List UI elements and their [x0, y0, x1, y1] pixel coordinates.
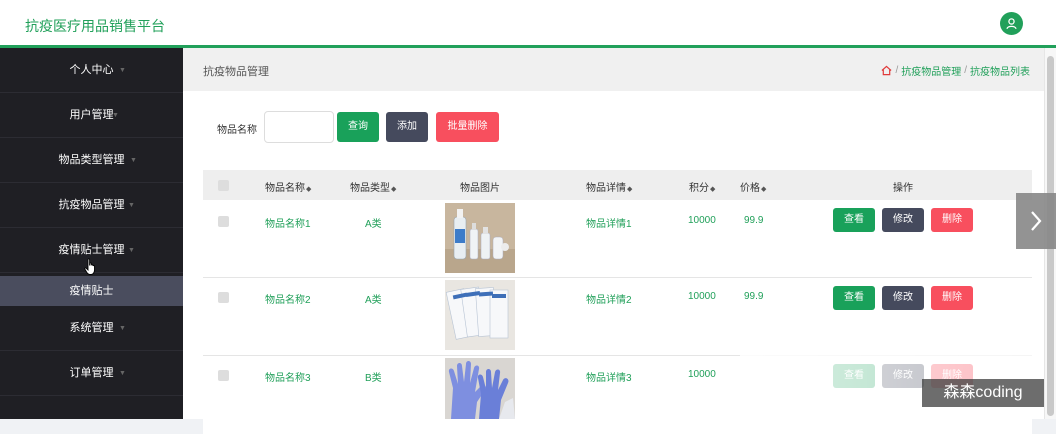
sidebar-item-label: 抗疫物品管理 — [58, 199, 125, 211]
caret-down-icon: ▼ — [119, 325, 126, 332]
sidebar: 个人中心 ▼ 用户管理 ▼ 物品类型管理 ▼ 抗疫物品管理 ▼ 疫情贴士管理 ▼… — [0, 48, 183, 419]
add-button[interactable]: 添加 — [386, 112, 428, 142]
item-image-packages — [445, 280, 515, 350]
breadcrumb-bar: 抗疫物品管理 / 抗疫物品管理 / 抗疫物品列表 — [183, 48, 1044, 91]
item-price: 99.9 — [744, 291, 764, 302]
item-detail: 物品详情2 — [586, 295, 632, 306]
delete-button[interactable]: 删除 — [931, 286, 973, 310]
item-type: B类 — [365, 373, 382, 384]
item-detail: 物品详情1 — [586, 219, 632, 230]
caret-down-icon: ▼ — [119, 370, 126, 377]
column-header-actions: 操作 — [893, 183, 913, 194]
caret-down-icon: ▼ — [128, 202, 135, 209]
next-page-arrow[interactable] — [1016, 193, 1056, 249]
sidebar-item-label: 疫情贴士管理 — [58, 244, 125, 256]
table-row: 物品名称1 A类 物品详情1 10000 99.9 查看 修改 删除 — [203, 200, 1032, 278]
caret-down-icon: ▼ — [112, 112, 119, 119]
home-icon[interactable] — [881, 65, 892, 76]
sidebar-item-item-type-management[interactable]: 物品类型管理 ▼ — [0, 138, 183, 183]
page-title: 抗疫物品管理 — [203, 66, 269, 78]
sort-icon: ◆ — [710, 186, 716, 193]
item-name: 物品名称2 — [265, 295, 311, 306]
hand-cursor-icon — [84, 258, 95, 275]
breadcrumb-separator: / — [964, 65, 967, 76]
item-type: A类 — [365, 219, 382, 230]
item-image-gloves — [445, 358, 515, 419]
watermark: 森森coding — [922, 379, 1044, 407]
user-avatar[interactable] — [1000, 12, 1023, 35]
column-header-detail[interactable]: 物品详情◆ — [586, 179, 632, 194]
sort-icon: ◆ — [627, 186, 633, 193]
column-header-points[interactable]: 积分◆ — [689, 179, 715, 194]
item-name: 物品名称1 — [265, 219, 311, 230]
sidebar-item-label: 系统管理 — [69, 322, 114, 334]
top-bar: 抗疫医疗用品销售平台 — [0, 0, 1056, 48]
item-points: 10000 — [688, 291, 716, 302]
row-checkbox[interactable] — [218, 370, 229, 381]
item-image-bottles — [445, 203, 515, 273]
breadcrumb: / 抗疫物品管理 / 抗疫物品列表 — [881, 63, 1030, 78]
sidebar-item-order-management[interactable]: 订单管理 ▼ — [0, 351, 183, 396]
app-title: 抗疫医疗用品销售平台 — [25, 18, 165, 34]
item-price: 99.9 — [744, 215, 764, 226]
breadcrumb-item-item-management[interactable]: 抗疫物品管理 — [901, 63, 961, 78]
delete-button[interactable]: 删除 — [931, 208, 973, 232]
sort-icon: ◆ — [391, 186, 397, 193]
chevron-right-icon — [1031, 211, 1042, 231]
item-points: 10000 — [688, 369, 716, 380]
item-name: 物品名称3 — [265, 373, 311, 384]
edit-button[interactable]: 修改 — [882, 208, 924, 232]
breadcrumb-item-item-list[interactable]: 抗疫物品列表 — [970, 63, 1030, 78]
sidebar-item-system-management[interactable]: 系统管理 ▼ — [0, 306, 183, 351]
batch-delete-button[interactable]: 批量删除 — [436, 112, 499, 142]
sidebar-item-user-management[interactable]: 用户管理 ▼ — [0, 93, 183, 138]
item-name-search-input[interactable] — [264, 111, 334, 143]
caret-down-icon: ▼ — [128, 247, 135, 254]
row-checkbox[interactable] — [218, 216, 229, 227]
search-label: 物品名称 — [217, 125, 257, 136]
sort-icon: ◆ — [306, 186, 312, 193]
sidebar-item-label: 物品类型管理 — [58, 154, 125, 166]
sidebar-item-personal-center[interactable]: 个人中心 ▼ — [0, 48, 183, 93]
view-button[interactable]: 查看 — [833, 208, 875, 232]
table-header: 物品名称◆ 物品类型◆ 物品图片 物品详情◆ 积分◆ 价格◆ 操作 — [203, 170, 1032, 200]
sidebar-item-label: 订单管理 — [69, 367, 114, 379]
breadcrumb-separator: / — [895, 65, 899, 76]
column-header-name[interactable]: 物品名称◆ — [265, 179, 311, 194]
column-header-price[interactable]: 价格◆ — [740, 179, 766, 194]
sidebar-subitem-epidemic-tips[interactable]: 疫情贴士 — [0, 276, 183, 306]
edit-button[interactable]: 修改 — [882, 286, 924, 310]
user-icon — [1006, 18, 1017, 30]
item-type: A类 — [365, 295, 382, 306]
query-button[interactable]: 查询 — [337, 112, 379, 142]
view-button[interactable]: 查看 — [833, 286, 875, 310]
sidebar-item-antiepidemic-items[interactable]: 抗疫物品管理 ▼ — [0, 183, 183, 228]
sidebar-item-label: 用户管理 — [69, 109, 114, 121]
item-detail: 物品详情3 — [586, 373, 632, 384]
sort-icon: ◆ — [761, 186, 767, 193]
sidebar-item-label: 个人中心 — [69, 64, 114, 76]
column-header-type[interactable]: 物品类型◆ — [350, 179, 396, 194]
caret-down-icon: ▼ — [130, 157, 137, 164]
caret-down-icon: ▼ — [119, 67, 126, 74]
item-points: 10000 — [688, 215, 716, 226]
column-header-image: 物品图片 — [460, 183, 500, 194]
select-all-checkbox[interactable] — [218, 180, 229, 191]
row-checkbox[interactable] — [218, 292, 229, 303]
